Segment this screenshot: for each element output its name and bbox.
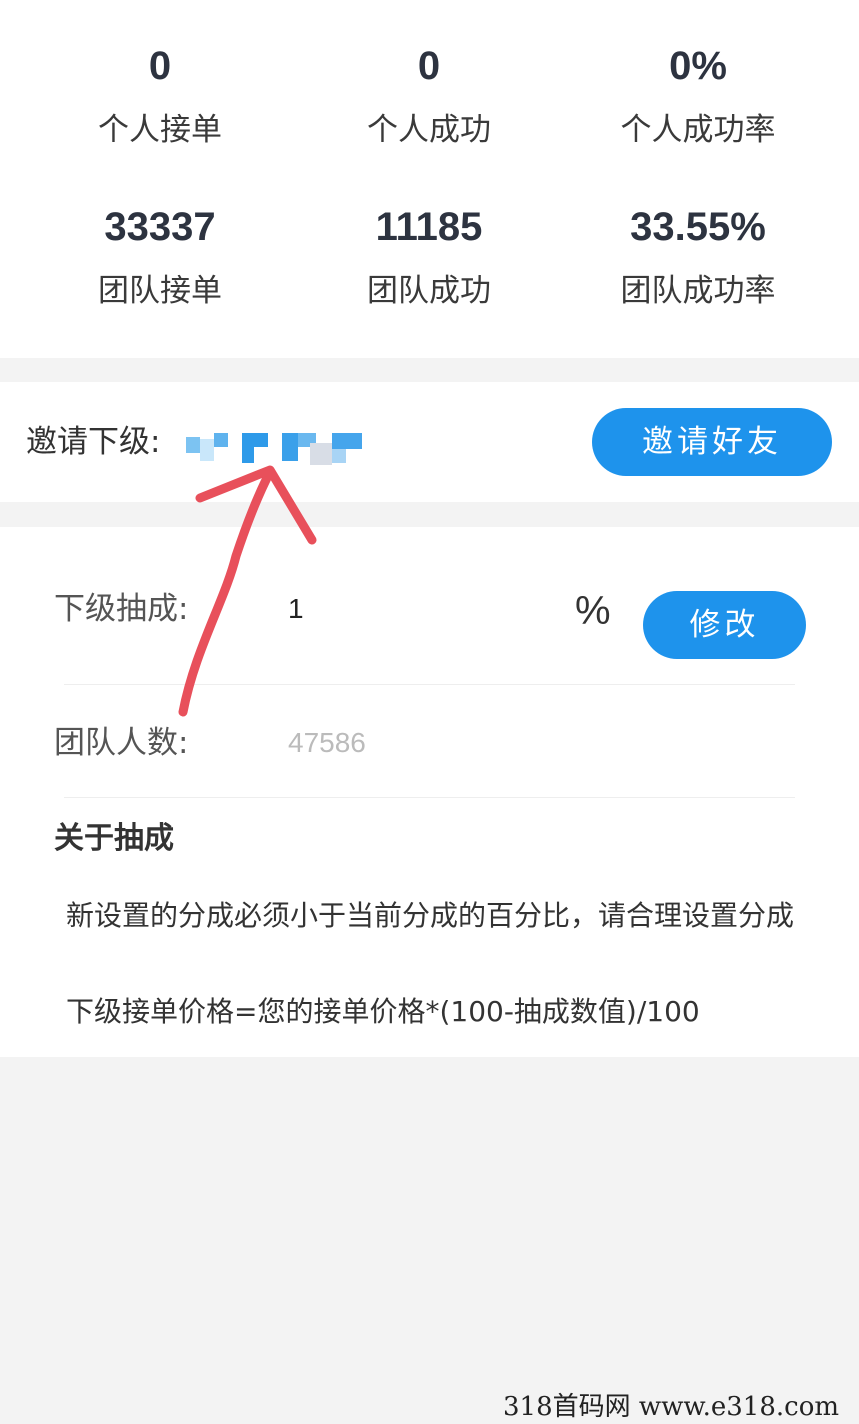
invite-friends-button[interactable]: 邀请好友: [592, 408, 832, 476]
percent-unit: %: [575, 589, 611, 633]
about-commission-title: 关于抽成: [54, 821, 174, 856]
stats-panel: 0 个人接单 0 个人成功 0% 个人成功率 33337 团队接单 11185 …: [0, 0, 859, 358]
stat-label: 团队成功: [367, 273, 491, 309]
stat-team-rate: 33.55% 团队成功率: [558, 203, 838, 311]
stat-team-orders: 33337 团队接单: [20, 203, 300, 311]
commission-input[interactable]: 1: [288, 589, 304, 629]
stat-value: 33337: [104, 205, 216, 249]
stat-label: 个人成功率: [620, 112, 776, 148]
team-size-label: 团队人数:: [54, 725, 189, 761]
divider: [64, 684, 795, 685]
edit-commission-button[interactable]: 修改: [643, 591, 806, 659]
commission-settings: 下级抽成: 1 % 修改 团队人数: 47586 关于抽成 新设置的分成必须小于…: [0, 527, 859, 1057]
invite-label: 邀请下级:: [26, 424, 161, 460]
stat-label: 个人接单: [98, 112, 222, 148]
stat-value: 0: [417, 44, 441, 88]
stat-value: 0%: [669, 44, 727, 88]
stat-personal-orders: 0 个人接单: [20, 42, 300, 150]
invite-code-blurred: [186, 431, 362, 469]
stat-team-success: 11185 团队成功: [289, 203, 569, 311]
watermark-text: 318首码网 www.e318.com: [503, 1392, 839, 1422]
invite-section: 邀请下级: 邀请好友: [0, 382, 859, 502]
about-rule-text: 新设置的分成必须小于当前分成的百分比，请合理设置分成: [66, 899, 795, 932]
stat-personal-success: 0 个人成功: [289, 42, 569, 150]
divider: [64, 797, 795, 798]
stat-label: 团队成功率: [620, 273, 776, 309]
stat-label: 个人成功: [367, 112, 491, 148]
team-size-value: 47586: [288, 727, 366, 758]
commission-label: 下级抽成:: [54, 591, 189, 627]
stat-label: 团队接单: [98, 273, 222, 309]
stat-personal-rate: 0% 个人成功率: [558, 42, 838, 150]
stat-value: 33.55%: [630, 205, 766, 249]
about-formula-text: 下级接单价格=您的接单价格*(100-抽成数值)/100: [66, 995, 700, 1028]
stat-value: 11185: [375, 205, 483, 249]
stat-value: 0: [148, 44, 172, 88]
